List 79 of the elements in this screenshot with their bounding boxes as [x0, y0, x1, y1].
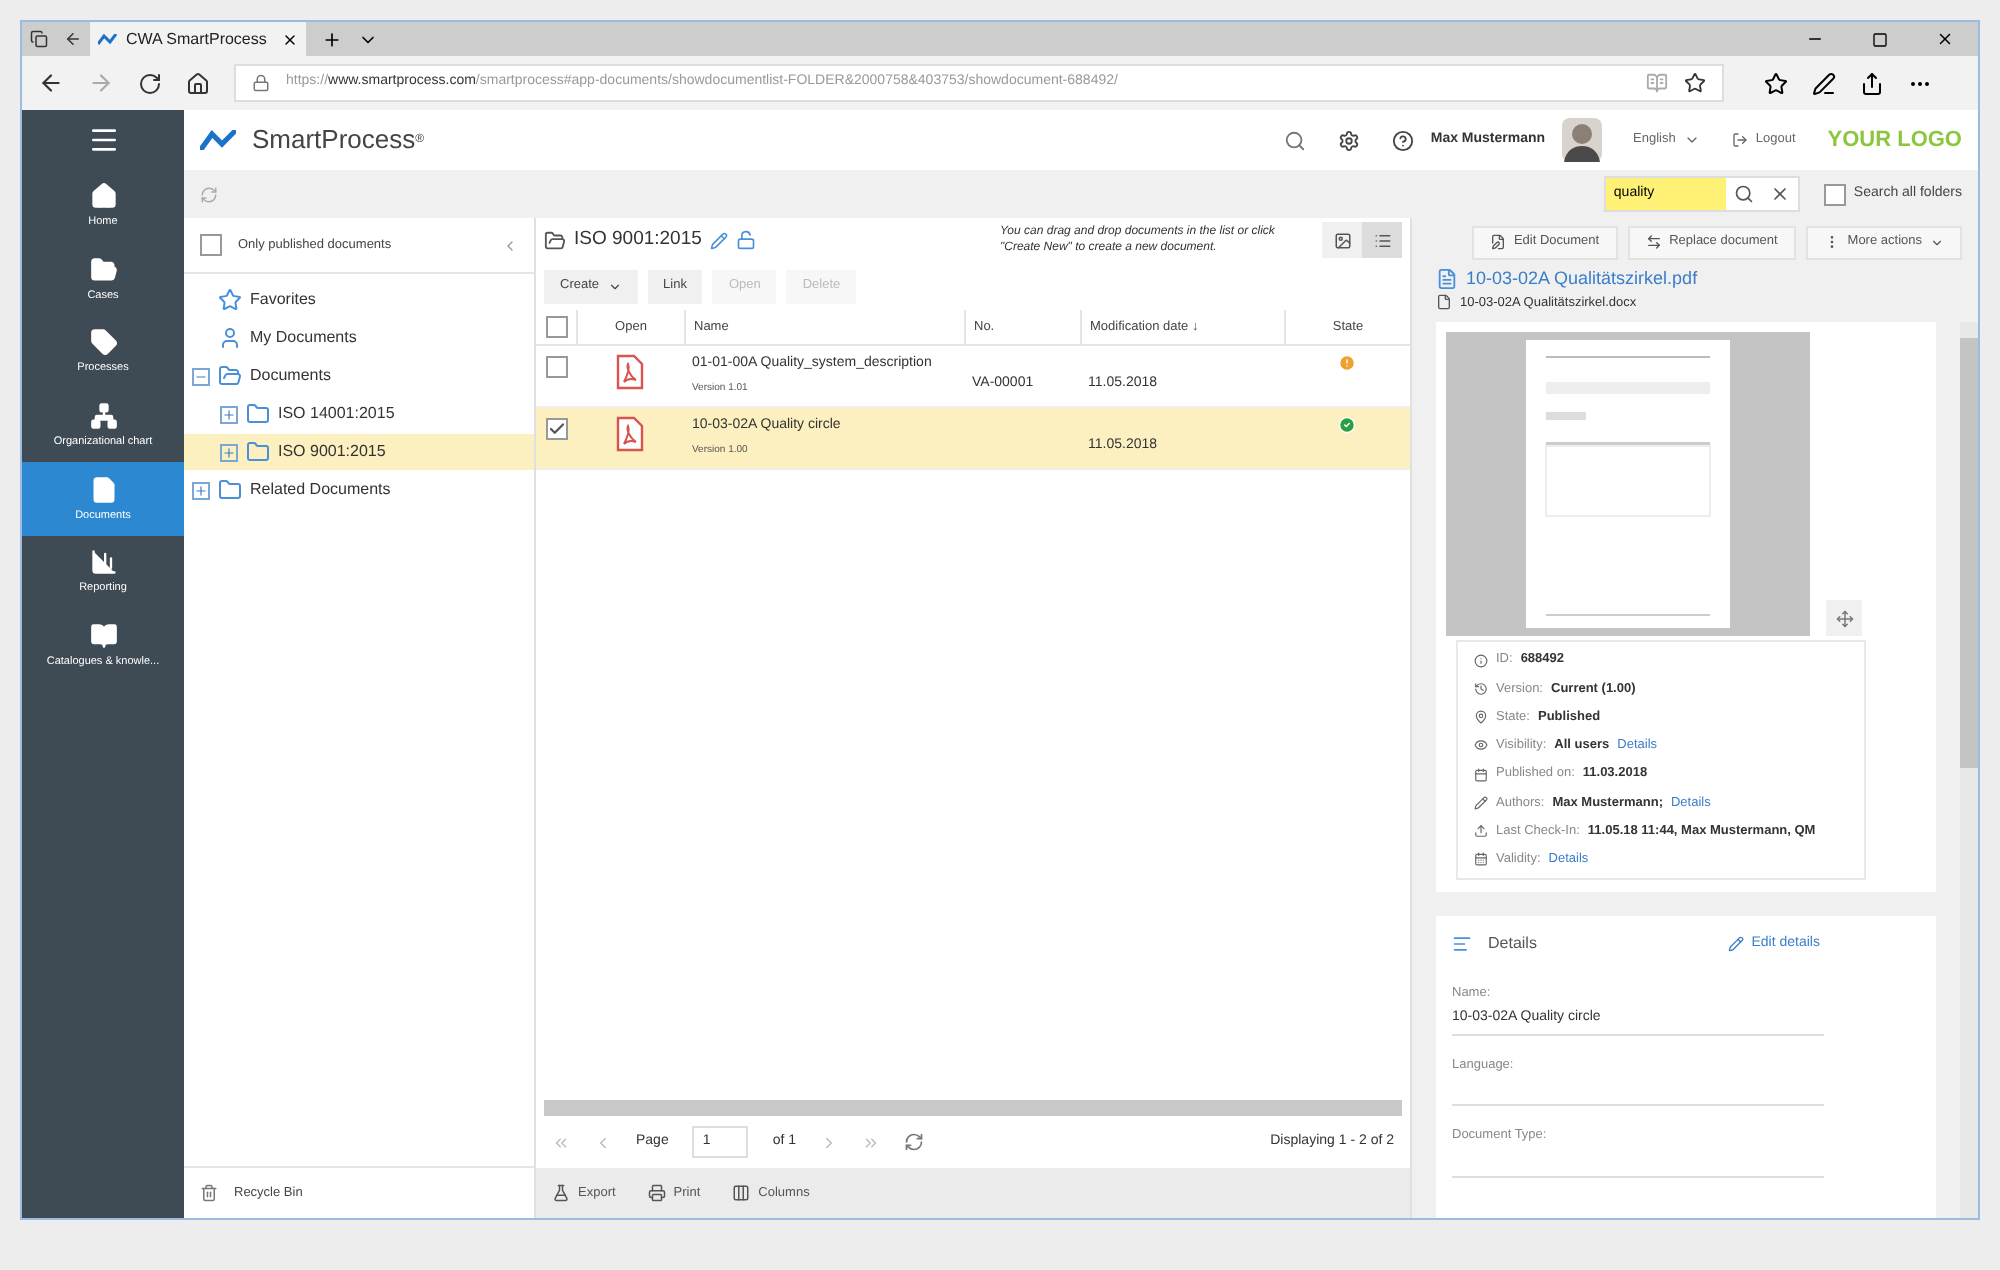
- printer-icon: [647, 1184, 666, 1202]
- close-icon[interactable]: [1936, 30, 1954, 48]
- tree-item[interactable]: Documents: [184, 358, 534, 394]
- share-icon[interactable]: [1860, 71, 1884, 95]
- star-icon[interactable]: [1684, 72, 1706, 94]
- settings-icon[interactable]: [1338, 129, 1361, 151]
- edit-icon[interactable]: [709, 231, 728, 249]
- move-icon: [1835, 609, 1853, 628]
- home-icon: [89, 182, 117, 211]
- brand-logo: YOUR LOGO: [1827, 125, 1962, 156]
- horizontal-scrollbar[interactable]: [544, 1100, 1402, 1116]
- pdf-file-icon: [1436, 268, 1458, 291]
- folder-title: ISO 9001:2015: [574, 225, 702, 254]
- pen-icon[interactable]: [1812, 71, 1836, 95]
- tree-item[interactable]: My Documents: [184, 320, 534, 356]
- reading-view-icon[interactable]: [1646, 72, 1668, 94]
- favorites-icon[interactable]: [1764, 71, 1788, 95]
- logout-icon: [1731, 132, 1748, 148]
- folder-icon: [246, 440, 270, 464]
- pdf-file-icon[interactable]: [616, 416, 644, 452]
- file-icon: [1436, 294, 1452, 311]
- tree-item[interactable]: ISO 9001:2015: [184, 434, 534, 470]
- edit-icon: [1489, 234, 1506, 250]
- clear-icon[interactable]: [1769, 184, 1790, 204]
- tree-item[interactable]: Related Documents: [184, 472, 534, 508]
- search-icon[interactable]: [1733, 184, 1754, 204]
- collapse-panel-icon[interactable]: [502, 237, 518, 253]
- browser-tab[interactable]: CWA SmartProcess: [90, 22, 306, 56]
- menu-icon[interactable]: [87, 124, 119, 156]
- checkbox[interactable]: [545, 418, 567, 440]
- flask-icon: [552, 1184, 570, 1202]
- gallery-view-button[interactable]: [1322, 222, 1362, 258]
- help-icon[interactable]: [1392, 129, 1415, 151]
- tabs-icon[interactable]: [30, 30, 48, 48]
- move-button[interactable]: [1826, 600, 1862, 637]
- expand-icon[interactable]: [192, 481, 210, 499]
- user-icon: [218, 326, 242, 350]
- home-icon[interactable]: [186, 71, 210, 95]
- folder-icon: [246, 402, 270, 426]
- logo-icon: [98, 33, 118, 45]
- maximize-icon[interactable]: [1872, 31, 1888, 47]
- expand-icon[interactable]: [220, 405, 238, 423]
- list-icon: [1373, 231, 1391, 249]
- folder-icon: [218, 478, 242, 502]
- section-title: Details: [1488, 931, 1539, 956]
- pdf-link[interactable]: 10-03-02A Qualitätszirkel.pdf: [1466, 266, 1698, 293]
- caret-icon: [1683, 132, 1700, 148]
- checkbox[interactable]: [545, 316, 567, 338]
- pencil-icon: [1727, 935, 1744, 952]
- folder-icon: [544, 229, 566, 251]
- documents-icon: [89, 475, 117, 504]
- app-logo: SmartProcess$^{®}$: [252, 122, 425, 159]
- back-tab-icon[interactable]: [64, 30, 82, 48]
- refresh-icon[interactable]: [138, 71, 162, 95]
- lock-icon: [252, 74, 270, 92]
- caret-icon: [1930, 235, 1944, 249]
- trash-icon[interactable]: [200, 1184, 218, 1202]
- image-icon: [1333, 231, 1351, 249]
- details-icon: [1452, 933, 1472, 954]
- swap-icon: [1645, 234, 1662, 250]
- star-icon: [218, 288, 242, 312]
- checkbox[interactable]: [545, 356, 567, 378]
- tree-item[interactable]: ISO 14001:2015: [184, 396, 534, 432]
- avatar[interactable]: [1561, 118, 1602, 162]
- checkbox[interactable]: [1823, 183, 1846, 205]
- folder-icon: [218, 364, 242, 388]
- back-icon[interactable]: [38, 70, 64, 96]
- close-icon[interactable]: [282, 31, 298, 47]
- pdf-file-icon[interactable]: [616, 354, 644, 390]
- tree-item[interactable]: Favorites: [184, 282, 534, 318]
- unlock-icon[interactable]: [735, 230, 756, 250]
- collapse-icon[interactable]: [192, 367, 210, 385]
- checkbox[interactable]: [200, 234, 222, 256]
- search-icon[interactable]: [1284, 129, 1307, 151]
- vertical-scrollbar[interactable]: [1960, 322, 1978, 1218]
- logo-icon: [200, 130, 236, 150]
- columns-icon: [732, 1184, 751, 1202]
- new-tab-icon[interactable]: [322, 29, 342, 49]
- list-view-button[interactable]: [1362, 222, 1402, 258]
